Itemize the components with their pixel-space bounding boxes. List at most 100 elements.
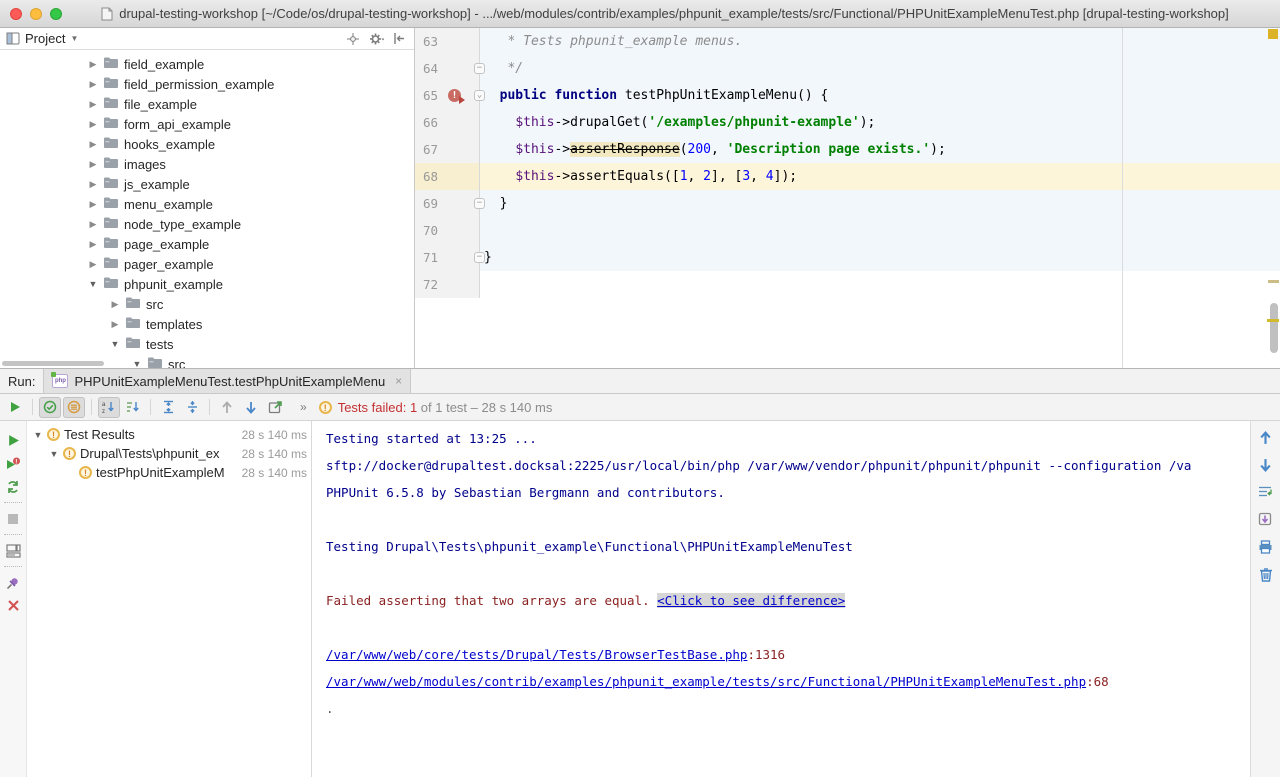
previous-failed-test-button[interactable]	[216, 397, 238, 418]
inspection-status-square[interactable]	[1268, 29, 1278, 39]
project-tree-item-menu_example[interactable]: ▶menu_example	[0, 194, 414, 214]
project-hscrollbar-thumb[interactable]	[2, 361, 104, 366]
console-text: Testing Drupal\Tests\phpunit_example\Fun…	[326, 539, 853, 554]
show-ignored-toggle[interactable]	[63, 397, 85, 418]
export-test-results-button[interactable]	[264, 397, 286, 418]
run-tab[interactable]: php PHPUnitExampleMenuTest.testPhpUnitEx…	[43, 369, 411, 393]
console-link[interactable]: <Click to see difference>	[657, 593, 845, 608]
code-line-65[interactable]: public function testPhpUnitExampleMenu()…	[480, 82, 1280, 109]
project-tree-item-form_api_example[interactable]: ▶form_api_example	[0, 114, 414, 134]
console-link[interactable]: /var/www/web/core/tests/Drupal/Tests/Bro…	[326, 647, 747, 662]
stripe-warning-mark[interactable]	[1268, 280, 1279, 283]
svg-text:!: !	[15, 458, 17, 465]
rerun-failed-tests-button[interactable]: !	[0, 452, 26, 475]
console-line	[326, 560, 1250, 587]
minimize-window-button[interactable]	[30, 8, 42, 20]
down-stacktrace-button[interactable]	[1259, 458, 1272, 475]
fold-marker-icon[interactable]: −	[474, 63, 485, 74]
more-actions-chevron[interactable]: »	[300, 400, 309, 414]
project-settings-gear-icon[interactable]	[367, 31, 385, 47]
chevron-right-icon[interactable]: ▶	[88, 59, 98, 70]
chevron-down-icon[interactable]: ▼	[33, 430, 43, 440]
chevron-right-icon[interactable]: ▶	[88, 79, 98, 90]
next-failed-test-button[interactable]	[240, 397, 262, 418]
chevron-right-icon[interactable]: ▶	[88, 179, 98, 190]
code-line-70[interactable]	[480, 217, 1280, 244]
code-line-67[interactable]: $this->assertResponse(200, 'Description …	[480, 136, 1280, 163]
project-tree-item-field_permission_example[interactable]: ▶field_permission_example	[0, 74, 414, 94]
folder-label: src	[146, 297, 163, 312]
test-failed-gutter-icon[interactable]: !	[448, 89, 461, 102]
test-tree-item[interactable]: !testPhpUnitExampleM28 s 140 ms	[27, 463, 311, 482]
code-line-72[interactable]	[480, 271, 1280, 298]
show-passed-toggle[interactable]	[39, 397, 61, 418]
chevron-right-icon[interactable]: ▶	[88, 139, 98, 150]
chevron-right-icon[interactable]: ▶	[88, 219, 98, 230]
project-tree-item-hooks_example[interactable]: ▶hooks_example	[0, 134, 414, 154]
chevron-right-icon[interactable]: ▶	[110, 319, 120, 330]
project-tree-item-tests[interactable]: ▼tests	[0, 334, 414, 354]
scroll-to-end-button[interactable]	[1258, 512, 1273, 530]
project-tree-item-templates[interactable]: ▶templates	[0, 314, 414, 334]
project-panel-title[interactable]: Project	[25, 31, 65, 46]
fold-marker-icon[interactable]: −	[474, 252, 485, 263]
code-line-66[interactable]: $this->drupalGet('/examples/phpunit-exam…	[480, 109, 1280, 136]
chevron-right-icon[interactable]: ▶	[88, 199, 98, 210]
project-dropdown-caret[interactable]: ▼	[70, 34, 78, 43]
project-tree-item-page_example[interactable]: ▶page_example	[0, 234, 414, 254]
chevron-down-icon[interactable]: ▼	[132, 359, 142, 368]
print-button[interactable]	[1258, 540, 1273, 557]
toggle-auto-test-button[interactable]	[0, 475, 26, 498]
collapse-all-button[interactable]	[181, 397, 203, 418]
project-tree-item-js_example[interactable]: ▶js_example	[0, 174, 414, 194]
code-line-63[interactable]: * Tests phpunit_example menus.	[480, 28, 1280, 55]
rerun-test-button[interactable]	[0, 429, 26, 452]
test-tree-item[interactable]: ▼!Test Results28 s 140 ms	[27, 425, 311, 444]
soft-wrap-button[interactable]	[1258, 485, 1273, 502]
chevron-right-icon[interactable]: ▶	[88, 99, 98, 110]
stripe-warning-mark2[interactable]	[1267, 319, 1279, 322]
editor-scrollbar-thumb[interactable]	[1270, 303, 1278, 353]
rerun-button[interactable]	[4, 397, 26, 418]
fold-marker-icon[interactable]: ⌄	[474, 90, 485, 101]
editor-line-64: 64− */	[415, 55, 1280, 82]
code-line-69[interactable]: }	[480, 190, 1280, 217]
chevron-right-icon[interactable]: ▶	[88, 119, 98, 130]
chevron-right-icon[interactable]: ▶	[88, 159, 98, 170]
clear-console-button[interactable]	[1259, 567, 1273, 585]
restore-layout-button[interactable]	[0, 539, 26, 562]
run-tab-close-icon[interactable]: ×	[395, 374, 402, 388]
editor-scrollbar[interactable]	[1267, 28, 1280, 368]
hide-panel-button[interactable]	[390, 31, 408, 47]
expand-all-button[interactable]	[157, 397, 179, 418]
chevron-right-icon[interactable]: ▶	[88, 259, 98, 270]
stop-button[interactable]	[0, 507, 26, 530]
code-line-68[interactable]: $this->assertEquals([1, 2], [3, 4]);	[480, 163, 1280, 190]
close-window-button[interactable]	[10, 8, 22, 20]
chevron-right-icon[interactable]: ▶	[110, 299, 120, 310]
fold-marker-icon[interactable]: −	[474, 198, 485, 209]
pin-tab-button[interactable]	[0, 571, 26, 594]
locate-file-button[interactable]	[344, 31, 362, 47]
code-line-64[interactable]: */	[480, 55, 1280, 82]
chevron-down-icon[interactable]: ▼	[88, 279, 98, 289]
test-tree-item[interactable]: ▼!Drupal\Tests\phpunit_ex28 s 140 ms	[27, 444, 311, 463]
project-tree-item-pager_example[interactable]: ▶pager_example	[0, 254, 414, 274]
sort-alphabetically-toggle[interactable]: az	[98, 397, 120, 418]
project-tree-item-field_example[interactable]: ▶field_example	[0, 54, 414, 74]
chevron-right-icon[interactable]: ▶	[88, 239, 98, 250]
test-failed-status-icon: !	[63, 447, 76, 460]
project-tree-item-node_type_example[interactable]: ▶node_type_example	[0, 214, 414, 234]
project-tree-item-phpunit_example[interactable]: ▼phpunit_example	[0, 274, 414, 294]
close-run-panel-button[interactable]	[0, 594, 26, 617]
up-stacktrace-button[interactable]	[1259, 431, 1272, 448]
folder-label: images	[124, 157, 166, 172]
sort-by-duration-button[interactable]	[122, 397, 144, 418]
project-tree-item-file_example[interactable]: ▶file_example	[0, 94, 414, 114]
project-tree-item-src[interactable]: ▶ src	[0, 294, 414, 314]
chevron-down-icon[interactable]: ▼	[49, 449, 59, 459]
console-link[interactable]: /var/www/web/modules/contrib/examples/ph…	[326, 674, 1086, 689]
project-tree-item-images[interactable]: ▶ images	[0, 154, 414, 174]
chevron-down-icon[interactable]: ▼	[110, 339, 120, 349]
code-line-71[interactable]: }	[480, 244, 1280, 271]
